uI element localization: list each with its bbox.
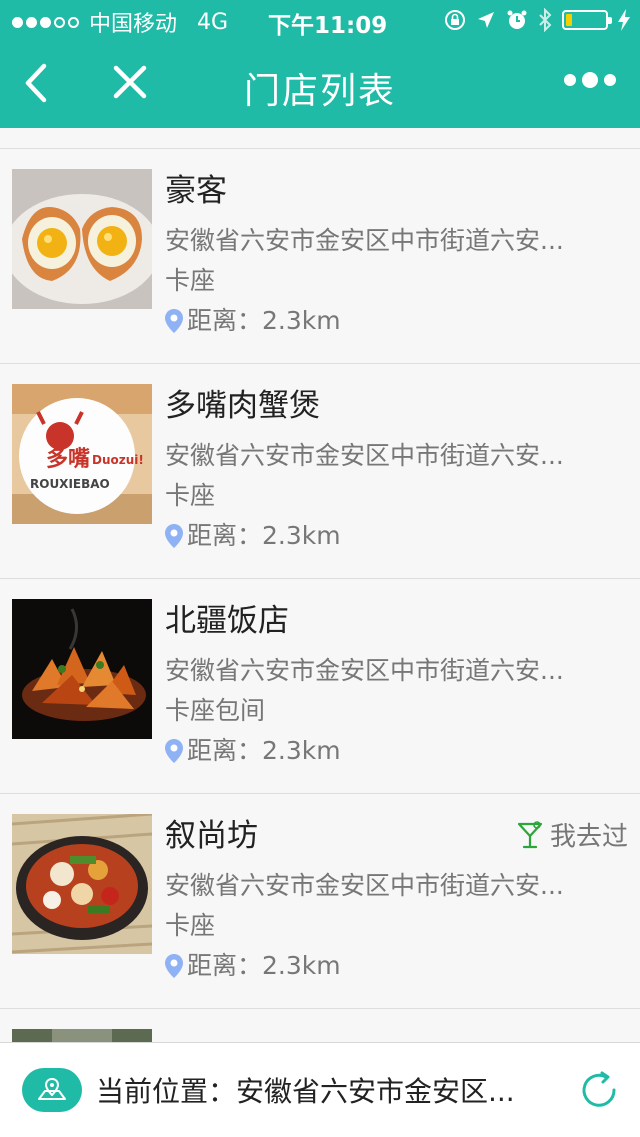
store-seat-type: 卡座 [165,481,216,510]
store-list[interactable]: 豪客 安徽省六安市金安区中市街道六安... 卡座 距离：2.3km 多嘴 Duo… [0,128,640,1042]
store-distance: 距离：2.3km [165,733,624,769]
location-pin-icon [165,954,183,978]
store-thumbnail-egg-toast [12,169,152,309]
location-arrow-icon [478,12,494,28]
store-distance-text: 距离：2.3km [187,306,341,335]
store-distance: 距离：2.3km [165,948,624,984]
store-item[interactable]: 北疆饭店 安徽省六安市金安区中市街道六安... 卡座包间 距离：2.3km [0,579,640,794]
cocktail-icon [517,820,543,848]
location-pin-icon [165,524,183,548]
current-location-text: 当前位置：安徽省六安市金安区... [96,1075,515,1108]
refresh-icon[interactable] [578,1069,620,1111]
visited-label: 我去过 [549,822,628,852]
more-icon[interactable] [564,72,616,88]
store-distance-text: 距离：2.3km [187,521,341,550]
store-thumbnail-hotpot [12,814,152,954]
bluetooth-icon [539,8,552,32]
list-item-partial [0,1009,640,1042]
visited-badge: 我去过 [516,816,628,853]
store-item[interactable]: 豪客 安徽省六安市金安区中市街道六安... 卡座 距离：2.3km [0,149,640,364]
current-location-bar: 当前位置：安徽省六安市金安区... [0,1042,640,1137]
logo-text-latin: Duozui! [92,453,144,467]
network-label: 4G [197,9,229,35]
store-item[interactable]: 叙尚坊 安徽省六安市金安区中市街道六安... 卡座 距离：2.3km 我去过 [0,794,640,1009]
store-address: 安徽省六安市金安区中市街道六安... [165,656,564,685]
store-seat-type: 卡座 [165,266,216,295]
carrier-label: 中国移动 [89,12,178,37]
list-item-partial [0,128,640,149]
map-location-icon[interactable] [22,1068,82,1112]
battery-icon [562,10,612,30]
navigation-bar: 门店列表 [0,40,640,128]
store-address: 安徽省六安市金安区中市街道六安... [165,441,564,470]
store-thumbnail-partial [12,1029,152,1042]
logo-text-subtitle: ROUXIEBAO [30,477,110,491]
status-bar: 中国移动 4G 下午11:09 [0,0,640,40]
store-distance: 距离：2.3km [165,303,624,339]
store-name: 豪客 [165,173,227,209]
signal-strength-icon [12,16,79,28]
store-seat-type: 卡座包间 [165,696,266,725]
store-item[interactable]: 多嘴 Duozui! ROUXIEBAO 多嘴肉蟹煲 安徽省六安市金安区中市街道… [0,364,640,579]
store-thumbnail-fried-dish [12,599,152,739]
logo-text-chinese: 多嘴 [46,446,90,472]
store-address: 安徽省六安市金安区中市街道六安... [165,871,564,900]
clock: 下午11:09 [268,13,388,39]
store-seat-type: 卡座 [165,911,216,940]
store-address: 安徽省六安市金安区中市街道六安... [165,226,564,255]
location-pin-icon [165,309,183,333]
header: 中国移动 4G 下午11:09 门店列表 [0,0,640,128]
store-distance: 距离：2.3km [165,518,624,554]
charging-bolt-icon [618,9,630,31]
alarm-icon [507,10,527,29]
store-name: 多嘴肉蟹煲 [165,388,320,424]
location-pin-icon [165,739,183,763]
page-title: 门店列表 [243,71,396,112]
store-distance-text: 距离：2.3km [187,951,341,980]
store-name: 北疆饭店 [165,603,289,639]
store-distance-text: 距离：2.3km [187,736,341,765]
store-thumbnail-duozui-logo: 多嘴 Duozui! ROUXIEBAO [12,384,152,524]
rotation-lock-icon [445,10,465,30]
